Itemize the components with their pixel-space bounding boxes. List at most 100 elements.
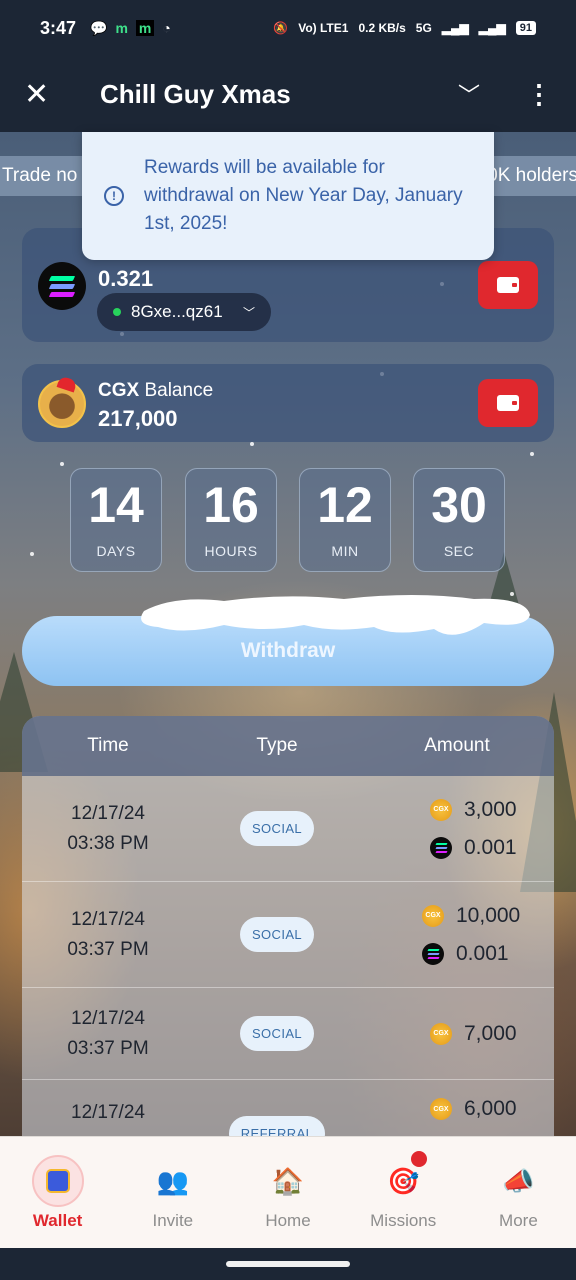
- wallet-address-selector[interactable]: 8Gxe...qz61 ﹀: [97, 293, 271, 331]
- nav-wallet[interactable]: Wallet: [0, 1137, 115, 1248]
- transactions-table: Time Type Amount 12/17/24 03:38 PM SOCIA…: [22, 716, 554, 1136]
- row-amounts: CGX 6,000: [360, 1090, 554, 1128]
- wallet-address: 8Gxe...qz61: [131, 302, 223, 321]
- close-icon[interactable]: ✕: [24, 77, 54, 112]
- countdown-minutes-value: 12: [317, 477, 373, 533]
- bottom-navigation: Wallet 👥 Invite 🏠 Home 🎯 Missions 📣 More: [0, 1136, 576, 1248]
- amount-value: 7,000: [464, 1021, 517, 1045]
- info-icon: !: [104, 186, 124, 206]
- type-badge: SOCIAL: [239, 917, 315, 952]
- countdown-minutes: 12 MIN: [299, 468, 391, 572]
- row-type: SOCIAL: [194, 1016, 360, 1051]
- table-header: Time Type Amount: [22, 716, 554, 776]
- row-date: 12/17/24: [71, 802, 145, 824]
- cgx-balance-card: CGX Balance 217,000: [22, 364, 554, 442]
- countdown-seconds: 30 SEC: [413, 468, 505, 572]
- more-options-icon[interactable]: ⋮: [526, 79, 552, 110]
- amount-value: 0.001: [456, 941, 509, 965]
- battery-icon: 91: [515, 21, 536, 35]
- cgx-balance-label: CGX Balance: [98, 380, 213, 402]
- sol-wallet-button[interactable]: [478, 261, 538, 309]
- table-row: 12/17/24 03:38 PM SOCIAL CGX 3,000 0.001: [22, 776, 554, 882]
- amount-value: 10,000: [456, 903, 521, 927]
- header-type: Type: [256, 735, 298, 756]
- type-badge: REFERRAL: [228, 1116, 326, 1136]
- header-amount: Amount: [424, 735, 490, 756]
- signal-icon: ▂▄▆: [441, 21, 469, 35]
- ticker-text-right: 0K holders: [487, 165, 576, 186]
- row-type: SOCIAL: [194, 811, 360, 846]
- wallet-icon: [497, 277, 519, 293]
- table-row: 12/17/24 03:37 PM SOCIAL CGX 10,000 0.001: [22, 882, 554, 988]
- cgx-token-name: CGX: [98, 380, 140, 401]
- type-badge: SOCIAL: [239, 811, 315, 846]
- sol-balance: 0.321: [98, 266, 154, 291]
- row-amounts: CGX 10,000 0.001: [360, 897, 554, 973]
- home-icon: 🏠: [271, 1165, 305, 1196]
- tooltip-text: Rewards will be available for withdrawal…: [144, 157, 463, 234]
- table-row: 12/17/24 REFERRAL CGX 6,000: [22, 1080, 554, 1136]
- status-bar: 3:47 💬 m m ◔ 🔕 Vo) LTE1 0.2 KB/s 5G ▂▄▆ …: [0, 0, 576, 56]
- cgx-coin-icon: CGX: [422, 904, 444, 927]
- home-indicator[interactable]: [226, 1261, 350, 1267]
- volte-label: Vo) LTE1: [298, 21, 349, 35]
- cgx-balance: 217,000: [98, 406, 178, 431]
- row-type: REFERRAL: [194, 1098, 360, 1136]
- rewards-tooltip: ! Rewards will be available for withdraw…: [82, 132, 494, 260]
- megaphone-icon: 📣: [502, 1165, 535, 1196]
- row-type: SOCIAL: [194, 917, 360, 952]
- sync-icon: ◔: [162, 20, 171, 36]
- mute-icon: 🔕: [273, 21, 289, 35]
- nav-missions[interactable]: 🎯 Missions: [346, 1137, 461, 1248]
- nav-home[interactable]: 🏠 Home: [230, 1137, 345, 1248]
- wallet-icon: [31, 1155, 84, 1207]
- app-m-icon: m: [115, 20, 128, 36]
- notification-icons: 💬 m m ◔: [90, 20, 171, 37]
- status-time: 3:47: [40, 17, 77, 38]
- signal-icon: ▂▄▆: [478, 21, 506, 35]
- cgx-coin-icon: CGX: [430, 798, 452, 821]
- chevron-down-icon[interactable]: ﹀: [458, 78, 480, 110]
- cgx-coin-icon: CGX: [430, 1022, 452, 1045]
- solana-logo-icon: [38, 262, 86, 310]
- cgx-token-logo-icon: [38, 380, 86, 428]
- row-time: 12/17/24: [22, 1098, 194, 1128]
- row-time: 12/17/24 03:37 PM: [22, 905, 194, 965]
- connected-dot-icon: [113, 308, 121, 316]
- solana-coin-icon: [422, 942, 444, 965]
- speed-label: 0.2 KB/s: [358, 21, 406, 35]
- amount-value: 3,000: [464, 797, 517, 821]
- system-home-bar: [0, 1248, 576, 1280]
- messenger-icon: 💬: [90, 19, 108, 36]
- nav-more[interactable]: 📣 More: [461, 1137, 576, 1248]
- network-gen: 5G: [415, 21, 432, 35]
- invite-icon: 👥: [156, 1165, 189, 1196]
- countdown-seconds-value: 30: [431, 477, 487, 533]
- amount-value: 6,000: [464, 1097, 517, 1120]
- row-date: 12/17/24: [71, 908, 145, 930]
- countdown-seconds-label: SEC: [443, 543, 475, 559]
- nav-invite-label: Invite: [152, 1211, 194, 1230]
- countdown-days-value: 14: [88, 477, 144, 533]
- chevron-down-icon: ﹀: [242, 305, 255, 320]
- countdown-days-label: DAYS: [96, 543, 136, 559]
- nav-wallet-label: Wallet: [32, 1211, 83, 1230]
- countdown-minutes-label: MIN: [331, 543, 359, 559]
- nav-invite[interactable]: 👥 Invite: [115, 1137, 230, 1248]
- countdown-hours-value: 16: [203, 477, 259, 533]
- row-amounts: CGX 7,000: [360, 1015, 554, 1053]
- countdown-hours-label: HOURS: [204, 543, 258, 559]
- row-date: 12/17/24: [71, 1102, 145, 1123]
- nav-more-label: More: [499, 1211, 538, 1230]
- row-time: 12/17/24 03:37 PM: [22, 1004, 194, 1064]
- solana-coin-icon: [430, 836, 452, 859]
- balance-word: Balance: [144, 380, 214, 401]
- countdown-days: 14 DAYS: [70, 468, 162, 572]
- countdown-hours: 16 HOURS: [185, 468, 277, 572]
- type-badge: SOCIAL: [239, 1016, 315, 1051]
- nav-missions-label: Missions: [370, 1211, 437, 1230]
- snow-cap-decor: [141, 595, 530, 635]
- cgx-wallet-button[interactable]: [478, 379, 538, 427]
- page-title: Chill Guy Xmas: [100, 78, 291, 109]
- app-bar: ✕ Chill Guy Xmas ﹀ ⋮: [0, 56, 576, 132]
